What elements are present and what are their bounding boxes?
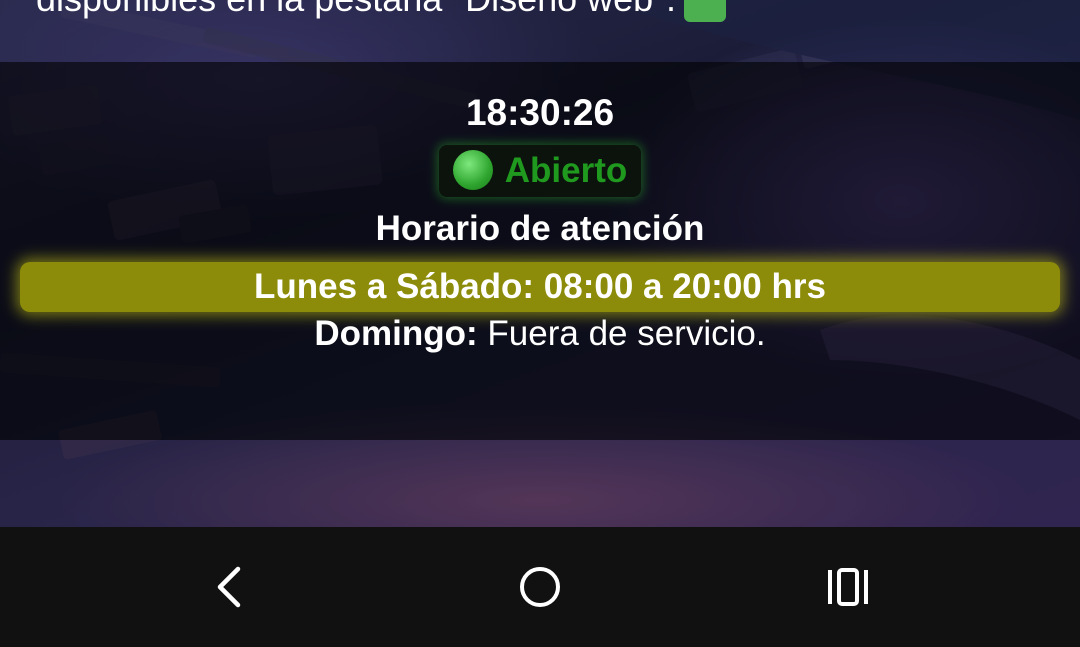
home-button[interactable] [510, 557, 570, 617]
hours-title: Horario de atención [375, 209, 705, 248]
sunday-hours: Domingo: Fuera de servicio. [0, 314, 1080, 354]
sunday-label: Domingo: [314, 314, 478, 353]
recents-button[interactable] [818, 557, 878, 617]
recents-icon [828, 568, 868, 606]
weekday-hours-highlight: Lunes a Sábado: 08:00 a 20:00 hrs [20, 262, 1060, 312]
check-mark-icon [683, 0, 726, 22]
system-navigation-bar [0, 527, 1080, 647]
top-banner-label: disponibles en la pestaña "Diseño web". [36, 0, 676, 19]
back-chevron-icon [217, 566, 241, 608]
status-badge: Abierto [438, 145, 642, 197]
status-label: Abierto [504, 151, 628, 190]
status-row: Abierto [0, 145, 1080, 197]
home-circle-icon [520, 567, 560, 607]
business-hours-panel: 18:30:26 Abierto Horario de atención Lun… [0, 62, 1080, 440]
sunday-value: Fuera de servicio. [477, 314, 766, 353]
top-banner-text: disponibles en la pestaña "Diseño web". [36, 0, 726, 22]
clock-display: 18:30:26 [465, 92, 615, 133]
green-circle-icon [452, 150, 493, 190]
back-button[interactable] [200, 557, 260, 617]
